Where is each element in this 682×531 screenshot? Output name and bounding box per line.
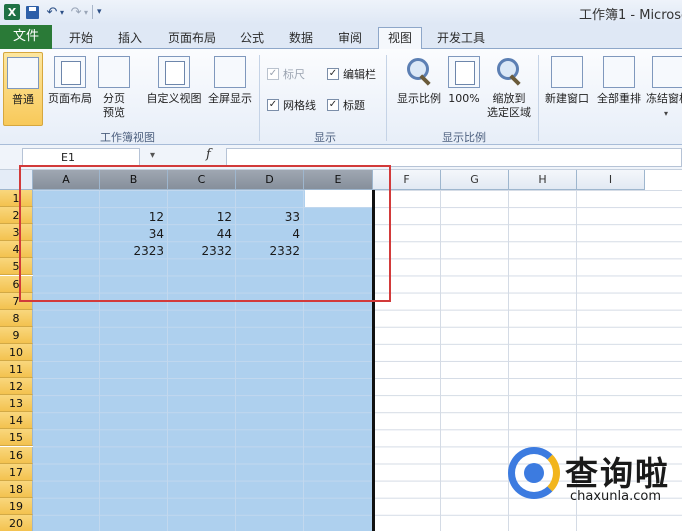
watermark-logo-icon bbox=[508, 447, 560, 499]
arrange-all-icon bbox=[603, 56, 635, 88]
zoom-100-button[interactable]: 100% bbox=[447, 56, 481, 106]
insert-function-icon[interactable]: f bbox=[206, 147, 211, 162]
gridlines-checkbox[interactable]: ✓ 网格线 bbox=[267, 97, 316, 113]
row-header-8[interactable]: 8 bbox=[0, 309, 33, 327]
custom-views-icon bbox=[158, 56, 190, 88]
row-header-10[interactable]: 10 bbox=[0, 343, 33, 361]
row-header-13[interactable]: 13 bbox=[0, 395, 33, 413]
redo-dropdown-icon[interactable]: ▾ bbox=[84, 8, 88, 17]
zoom-selection-icon bbox=[493, 56, 525, 88]
check-icon: ✓ bbox=[327, 68, 339, 80]
check-icon: ✓ bbox=[327, 99, 339, 111]
row-header-16[interactable]: 16 bbox=[0, 446, 33, 464]
formula-bar-checkbox[interactable]: ✓ 编辑栏 bbox=[327, 66, 376, 82]
row-header-11[interactable]: 11 bbox=[0, 361, 33, 379]
full-screen-icon bbox=[214, 56, 246, 88]
row-header-14[interactable]: 14 bbox=[0, 412, 33, 430]
name-box-dropdown-icon[interactable]: ▾ bbox=[150, 150, 155, 161]
excel-window: X ↶ ▾ ↷ ▾ ▾ 工作簿1 - Microso 文件 开始 插入 页面布局… bbox=[0, 0, 682, 531]
row-header-9[interactable]: 9 bbox=[0, 326, 33, 344]
ribbon-view: 普通 页面布局 分页 预览 自定义视图 全屏显示 工作簿视图 ✓ 标尺 ✓ 编辑栏 … bbox=[0, 49, 682, 145]
row-header-20[interactable]: 20 bbox=[0, 514, 33, 531]
watermark-text: 查询啦 bbox=[565, 454, 670, 493]
ribbon-tabs: 文件 开始 插入 页面布局 公式 数据 审阅 视图 开发工具 bbox=[0, 24, 682, 49]
row-header-18[interactable]: 18 bbox=[0, 480, 33, 498]
window-title: 工作簿1 - Microso bbox=[579, 8, 682, 23]
headings-checkbox[interactable]: ✓ 标题 bbox=[327, 97, 365, 113]
group-separator bbox=[386, 55, 387, 141]
freeze-panes-icon bbox=[652, 56, 682, 88]
group-separator bbox=[538, 55, 539, 141]
group-separator bbox=[259, 55, 260, 141]
tab-formulas[interactable]: 公式 bbox=[240, 28, 264, 49]
tab-view[interactable]: 视图 bbox=[378, 27, 423, 49]
column-header-g[interactable]: G bbox=[441, 170, 509, 190]
check-icon: ✓ bbox=[267, 99, 279, 111]
tab-file[interactable]: 文件 bbox=[0, 25, 52, 49]
grid-line bbox=[440, 190, 441, 531]
watermark: 查询啦 chaxunla.com bbox=[508, 443, 678, 511]
tab-page-layout[interactable]: 页面布局 bbox=[168, 28, 216, 49]
tab-review[interactable]: 审阅 bbox=[338, 28, 362, 49]
qat-separator bbox=[92, 5, 94, 19]
check-icon: ✓ bbox=[267, 68, 279, 80]
group-label-workbook-views: 工作簿视图 bbox=[100, 131, 155, 144]
new-window-button[interactable]: 新建窗口 bbox=[542, 56, 592, 106]
normal-view-icon bbox=[7, 57, 39, 89]
column-header-i[interactable]: I bbox=[577, 170, 645, 190]
page-layout-icon bbox=[54, 56, 86, 88]
undo-dropdown-icon[interactable]: ▾ bbox=[60, 8, 64, 17]
group-label-zoom: 显示比例 bbox=[442, 131, 486, 144]
highlight-box bbox=[19, 165, 391, 302]
freeze-panes-button[interactable]: 冻结窗格 bbox=[646, 56, 682, 106]
title-bar: X ↶ ▾ ↷ ▾ ▾ 工作簿1 - Microso bbox=[0, 0, 682, 24]
save-icon[interactable] bbox=[24, 4, 40, 20]
new-window-icon bbox=[551, 56, 583, 88]
redo-icon[interactable]: ↷ bbox=[68, 4, 84, 20]
zoom-to-selection-button[interactable]: 缩放到 选定区域 bbox=[484, 56, 534, 120]
watermark-url: chaxunla.com bbox=[570, 489, 661, 504]
freeze-dropdown-icon[interactable]: ▾ bbox=[664, 109, 668, 118]
tab-insert[interactable]: 插入 bbox=[118, 28, 142, 49]
undo-icon[interactable]: ↶ bbox=[44, 4, 60, 20]
full-screen-button[interactable]: 全屏显示 bbox=[205, 56, 255, 106]
zoom-100-icon bbox=[448, 56, 480, 88]
group-label-show: 显示 bbox=[314, 131, 336, 144]
row-header-17[interactable]: 17 bbox=[0, 463, 33, 481]
page-break-preview-button[interactable]: 分页 预览 bbox=[97, 56, 131, 120]
customize-qat-icon[interactable]: ▾ bbox=[97, 7, 102, 17]
custom-views-button[interactable]: 自定义视图 bbox=[143, 56, 205, 106]
row-header-15[interactable]: 15 bbox=[0, 429, 33, 447]
row-header-19[interactable]: 19 bbox=[0, 497, 33, 515]
zoom-button[interactable]: 显示比例 bbox=[394, 56, 444, 106]
tab-home[interactable]: 开始 bbox=[69, 28, 93, 49]
arrange-all-button[interactable]: 全部重排 bbox=[594, 56, 644, 106]
ruler-checkbox[interactable]: ✓ 标尺 bbox=[267, 66, 305, 82]
row-header-12[interactable]: 12 bbox=[0, 378, 33, 396]
magnifier-icon bbox=[403, 56, 435, 88]
page-layout-view-button[interactable]: 页面布局 bbox=[45, 56, 95, 106]
normal-view-button[interactable]: 普通 bbox=[3, 52, 43, 126]
page-break-icon bbox=[98, 56, 130, 88]
column-header-h[interactable]: H bbox=[509, 170, 577, 190]
tab-developer[interactable]: 开发工具 bbox=[437, 28, 485, 49]
excel-logo-icon: X bbox=[4, 4, 20, 20]
tab-data[interactable]: 数据 bbox=[289, 28, 313, 49]
